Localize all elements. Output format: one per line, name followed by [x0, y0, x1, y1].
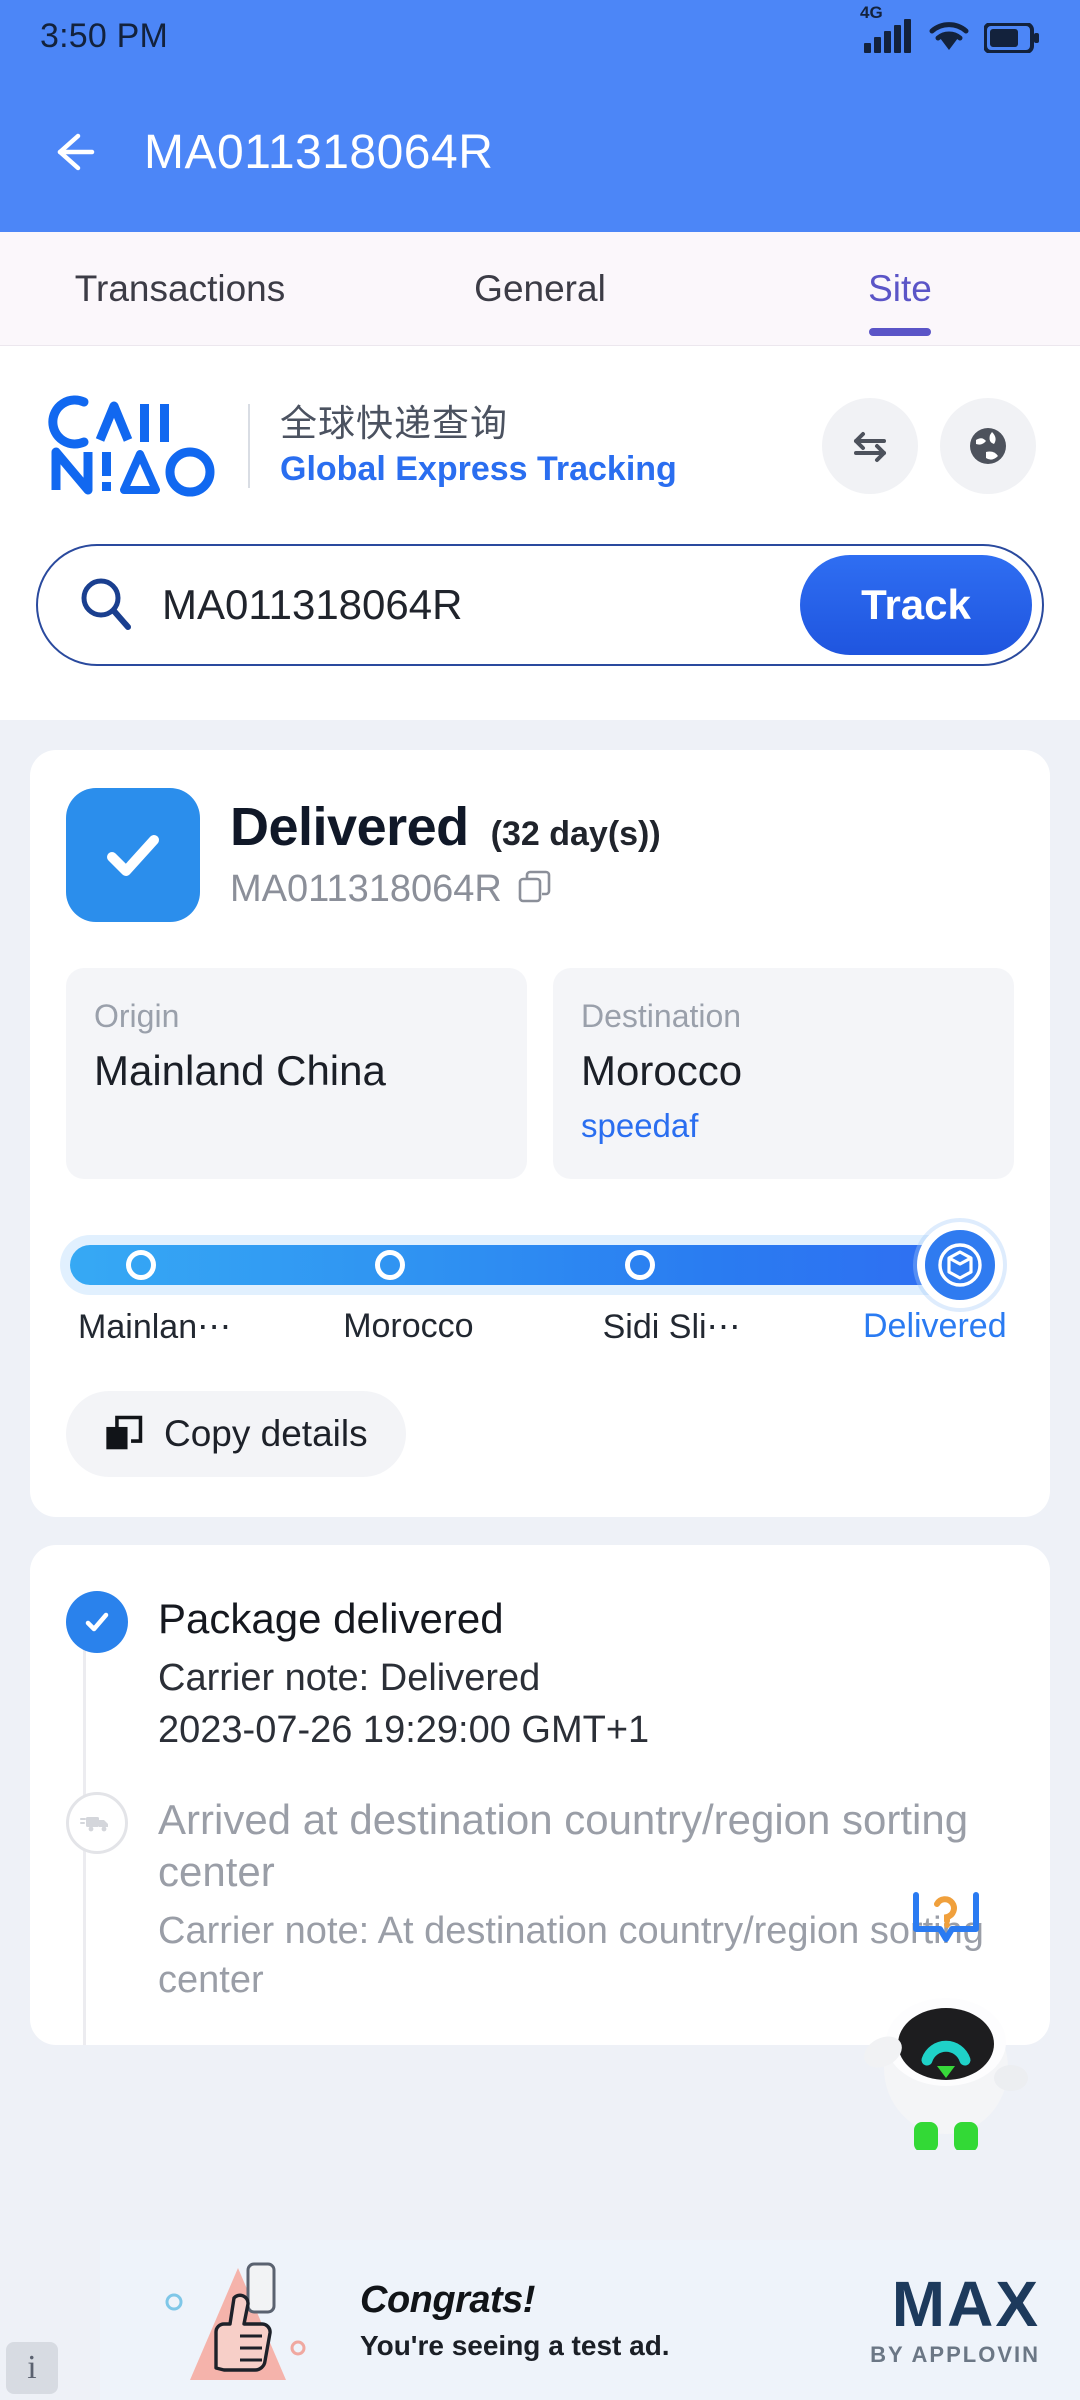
progress-label-1: Mainlan⋯ [78, 1308, 232, 1346]
app-bar: MA011318064R [0, 72, 1080, 232]
network-type-label: 4G [860, 3, 883, 22]
tab-site[interactable]: Site [720, 268, 1080, 310]
signal-icon: 4G [860, 3, 914, 53]
ad-brand-sub: BY APPLOVIN [870, 2342, 1040, 2367]
site-title-cn: 全球快递查询 [280, 402, 508, 444]
back-arrow-icon[interactable] [44, 124, 100, 180]
tab-bar: Transactions General Site [0, 232, 1080, 346]
origin-value: Mainland China [94, 1047, 386, 1094]
progress-label-2: Morocco [343, 1307, 474, 1345]
ad-headline: Congrats! [360, 2278, 535, 2321]
timeline-title: Package delivered [158, 1595, 504, 1642]
delivered-check-icon [66, 788, 200, 922]
wifi-icon [928, 19, 970, 53]
site-title-en: Global Express Tracking [280, 450, 677, 489]
package-icon [938, 1243, 982, 1287]
copy-details-button[interactable]: Copy details [66, 1391, 406, 1477]
destination-value: Morocco [581, 1047, 743, 1094]
destination-box: Destination Morocco speedaf [553, 968, 1014, 1179]
status-time: 3:50 PM [40, 16, 169, 55]
tab-transactions[interactable]: Transactions [0, 268, 360, 310]
truck-icon [66, 1791, 128, 1854]
status-row: Delivered (32 day(s)) MA011318064R [66, 788, 1014, 922]
copy-icon[interactable] [518, 870, 552, 909]
status-icons: 4G [860, 3, 1040, 53]
ad-banner[interactable]: Congrats! You're seeing a test ad. MAX B… [100, 2240, 1080, 2400]
robot-mascot-icon[interactable] [851, 1960, 1041, 2152]
origin-label: Origin [94, 998, 180, 1034]
battery-icon [984, 23, 1040, 53]
progress-node-3[interactable] [624, 1250, 655, 1280]
tracking-number-row: MA011318064R [230, 868, 661, 911]
ad-illustration-icon [130, 2250, 320, 2390]
timeline-item: Package delivered Carrier note: Delivere… [66, 1591, 1014, 1752]
check-icon [66, 1591, 128, 1653]
site-header-buttons [822, 398, 1036, 494]
search-bar[interactable]: MA011318064R Track [36, 544, 1044, 666]
progress-node-2[interactable] [375, 1250, 406, 1280]
site-header: 全球快递查询 Global Express Tracking [0, 346, 1080, 498]
app-screen: 3:50 PM 4G MA011318064R Transactions Gen… [0, 0, 1080, 2400]
progress-track [70, 1222, 1003, 1308]
origin-destination-row: Origin Mainland China Destination Morocc… [66, 968, 1014, 1179]
assistant-widget[interactable] [836, 1881, 1056, 2152]
search-section: MA011318064R Track [0, 498, 1080, 720]
origin-box: Origin Mainland China [66, 968, 527, 1179]
progress-label-3: Sidi Sli⋯ [602, 1308, 741, 1346]
progress-label-4: Delivered [862, 1307, 1007, 1345]
logo-divider [248, 404, 250, 488]
ad-brand: MAX BY APPLOVIN [870, 2272, 1040, 2368]
copy-details-label: Copy details [164, 1413, 368, 1454]
progress-node-delivered[interactable] [917, 1222, 1003, 1308]
copy-details-icon [106, 1415, 143, 1450]
tab-general[interactable]: General [360, 268, 720, 310]
carrier-link[interactable]: speedaf [581, 1107, 986, 1145]
search-icon [76, 573, 136, 638]
destination-label: Destination [581, 998, 742, 1034]
status-duration: (32 day(s)) [490, 815, 661, 853]
progress-node-1[interactable] [126, 1250, 157, 1280]
page-title: MA011318064R [144, 125, 494, 179]
timeline-timestamp: 2023-07-26 19:29:00 GMT+1 [158, 1708, 650, 1751]
search-input[interactable]: MA011318064R [162, 581, 800, 629]
ad-brand-name: MAX [891, 2268, 1040, 2340]
swap-icon[interactable] [822, 398, 918, 494]
timeline-body: Package delivered Carrier note: Delivere… [158, 1591, 649, 1752]
status-bar: 3:50 PM 4G [0, 0, 1080, 72]
tracking-number: MA011318064R [230, 868, 502, 910]
shipment-progress: Mainlan⋯ Morocco Sidi Sli⋯ Delivered [66, 1222, 1014, 1367]
help-bubble-icon[interactable] [906, 1881, 986, 1956]
cainiao-logo-icon [44, 394, 222, 498]
timeline-note: Carrier note: Delivered [158, 1656, 541, 1699]
shipment-summary-card: Delivered (32 day(s)) MA011318064R Origi… [30, 750, 1050, 1517]
site-title-block: 全球快递查询 Global Express Tracking [280, 401, 822, 491]
track-button[interactable]: Track [800, 555, 1032, 655]
status-texts: Delivered (32 day(s)) MA011318064R [230, 788, 661, 911]
status-badge: Delivered [230, 797, 469, 857]
progress-labels: Mainlan⋯ Morocco Sidi Sli⋯ Delivered [70, 1307, 1010, 1367]
ad-subtext: You're seeing a test ad. [360, 2329, 670, 2361]
globe-icon[interactable] [940, 398, 1036, 494]
status-headline: Delivered (32 day(s)) [230, 796, 661, 858]
ad-text: Congrats! You're seeing a test ad. [360, 2279, 830, 2362]
ad-info-badge[interactable]: i [6, 2342, 58, 2394]
